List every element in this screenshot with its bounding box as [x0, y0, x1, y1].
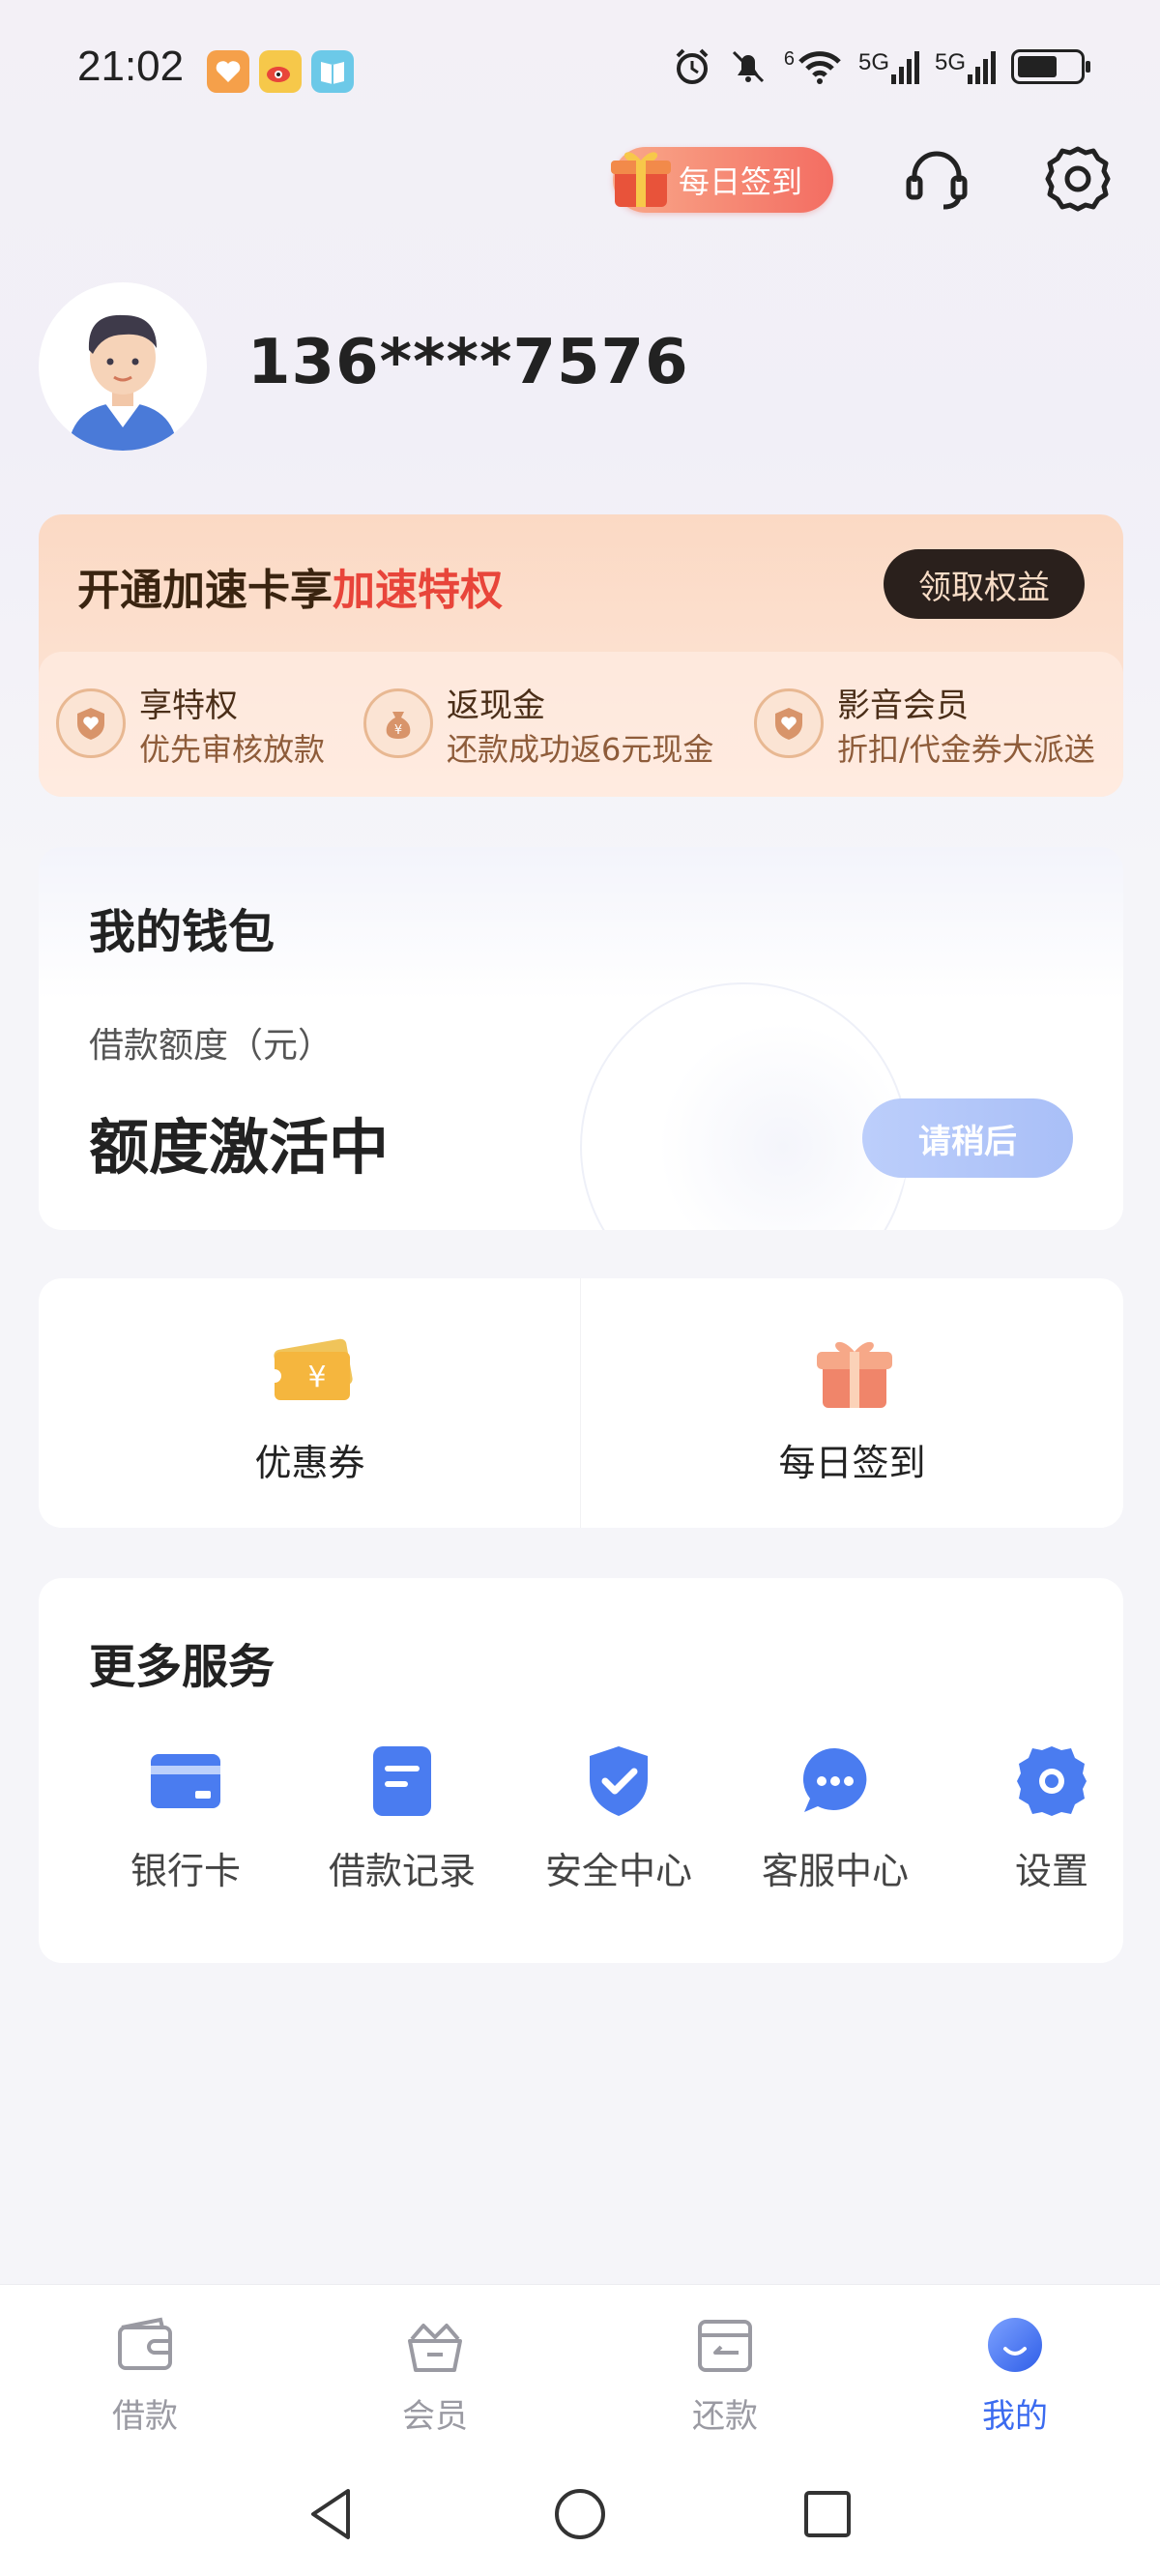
shield-check-icon — [590, 1746, 648, 1816]
claim-benefits-button[interactable]: 领取权益 — [884, 549, 1085, 619]
avatar[interactable] — [39, 282, 207, 451]
wifi-icon — [798, 51, 841, 84]
service-label: 安全中心 — [544, 1850, 692, 1892]
perk-title: 影音会员 — [837, 687, 969, 725]
me-icon — [988, 2318, 1042, 2372]
vip-title-highlight: 加速特权 — [333, 566, 503, 615]
nav-label: 还款 — [692, 2397, 758, 2436]
nav-repay[interactable]: 还款 — [580, 2285, 870, 2457]
network-label-2: 5G — [934, 49, 966, 75]
service-label: 客服中心 — [761, 1850, 909, 1892]
wallet-title: 我的钱包 — [89, 905, 276, 959]
repay-icon — [698, 2320, 752, 2372]
gear-icon — [1017, 1746, 1087, 1816]
daily-checkin-label: 每日签到 — [679, 163, 803, 200]
svg-text:¥: ¥ — [307, 1361, 326, 1394]
heart-shield-icon — [56, 688, 126, 758]
network-label-1: 5G — [857, 49, 889, 75]
nav-label: 借款 — [112, 2397, 178, 2436]
avatar-illustration — [68, 314, 178, 451]
perk-item-cashback[interactable]: ¥ 返现金 还款成功返6元现金 — [346, 652, 733, 797]
service-label: 银行卡 — [130, 1850, 241, 1892]
wifi-indicator: 6 — [784, 48, 843, 85]
nav-loan[interactable]: 借款 — [0, 2285, 290, 2457]
services-title: 更多服务 — [89, 1640, 276, 1694]
app-notification-icon — [207, 50, 249, 93]
perk-item-privilege[interactable]: 享特权 优先审核放款 — [39, 652, 396, 797]
credit-limit-label: 借款额度（元） — [89, 1026, 334, 1066]
nav-label: 我的 — [982, 2397, 1048, 2436]
wifi-label: 6 — [783, 48, 795, 70]
coupon-button[interactable]: ¥ 优惠券 — [39, 1278, 581, 1528]
wallet-icon — [118, 2317, 172, 2370]
status-bar: 21:02 6 5G 5G — [0, 0, 1160, 145]
headset-icon[interactable] — [901, 143, 972, 215]
chat-icon — [802, 1747, 867, 1812]
record-icon — [373, 1746, 431, 1816]
credit-limit-status: 额度激活中 — [89, 1112, 390, 1183]
cell-signal-2: 5G — [935, 49, 996, 84]
service-loan-record[interactable]: 借款记录 — [294, 1742, 510, 1917]
status-time: 21:02 — [77, 43, 185, 90]
weibo-icon — [259, 50, 302, 93]
nav-label: 会员 — [402, 2397, 468, 2436]
quick-actions: ¥ 优惠券 每日签到 — [39, 1278, 1123, 1528]
cell-signal-1: 5G — [858, 49, 919, 84]
reader-icon — [311, 50, 354, 93]
vip-title-prefix: 开通加速卡享 — [77, 566, 333, 615]
wait-button[interactable]: 请稍后 — [862, 1098, 1073, 1178]
wallet-card[interactable]: 我的钱包 借款额度（元） 额度激活中 请稍后 — [39, 847, 1123, 1230]
phone-number: 136****7576 — [247, 327, 689, 398]
more-services: 更多服务 银行卡 借款记录 安全中心 客服中心 设置 — [39, 1578, 1123, 1963]
status-indicators: 6 5G 5G — [672, 46, 1090, 87]
coupon-icon: ¥ — [269, 1338, 353, 1400]
perk-item-media[interactable]: 影音会员 折扣/代金券大派送 — [737, 652, 1123, 797]
system-nav-bar — [0, 2456, 1160, 2576]
nav-me[interactable]: 我的 — [870, 2285, 1160, 2457]
service-settings[interactable]: 设置 — [943, 1742, 1123, 1917]
heart-shield-icon — [754, 688, 824, 758]
vip-perks: 享特权 优先审核放款 ¥ 返现金 还款成功返6元现金 影音会员 折扣/代金券大派… — [39, 652, 1123, 797]
svg-text:¥: ¥ — [394, 723, 402, 738]
alarm-icon — [676, 48, 709, 84]
perk-title: 享特权 — [139, 687, 238, 725]
service-security-center[interactable]: 安全中心 — [510, 1742, 727, 1917]
home-icon[interactable] — [549, 2483, 611, 2545]
gear-icon[interactable] — [1042, 143, 1114, 215]
crown-basket-icon — [408, 2324, 462, 2372]
back-icon[interactable] — [302, 2483, 363, 2545]
daily-checkin-tile[interactable]: 每日签到 — [581, 1278, 1123, 1528]
coupon-label: 优惠券 — [254, 1442, 365, 1484]
perk-subtitle: 还款成功返6元现金 — [447, 731, 714, 768]
mute-bell-icon — [732, 50, 764, 83]
nav-member[interactable]: 会员 — [290, 2285, 580, 2457]
gift-icon — [817, 1341, 892, 1408]
gift-icon — [611, 152, 671, 207]
perk-title: 返现金 — [447, 687, 545, 725]
money-bag-icon: ¥ — [363, 688, 433, 758]
service-customer-center[interactable]: 客服中心 — [727, 1742, 943, 1917]
service-label: 借款记录 — [328, 1850, 476, 1892]
daily-checkin-button[interactable]: 每日签到 — [611, 147, 833, 213]
perk-subtitle: 折扣/代金券大派送 — [837, 731, 1095, 768]
battery-icon — [1011, 49, 1090, 84]
vip-title: 开通加速卡享加速特权 — [77, 555, 503, 617]
daily-checkin-tile-label: 每日签到 — [778, 1442, 926, 1484]
vip-card[interactable]: 开通加速卡享加速特权 领取权益 享特权 优先审核放款 ¥ 返现金 还款成功返6元… — [39, 514, 1123, 797]
perk-subtitle: 优先审核放款 — [139, 731, 326, 768]
recents-icon[interactable] — [797, 2483, 858, 2545]
service-label: 设置 — [1014, 1850, 1088, 1892]
bank-card-icon — [151, 1754, 220, 1808]
service-bank-card[interactable]: 银行卡 — [77, 1742, 294, 1917]
bottom-nav: 借款 会员 还款 我的 — [0, 2284, 1160, 2456]
